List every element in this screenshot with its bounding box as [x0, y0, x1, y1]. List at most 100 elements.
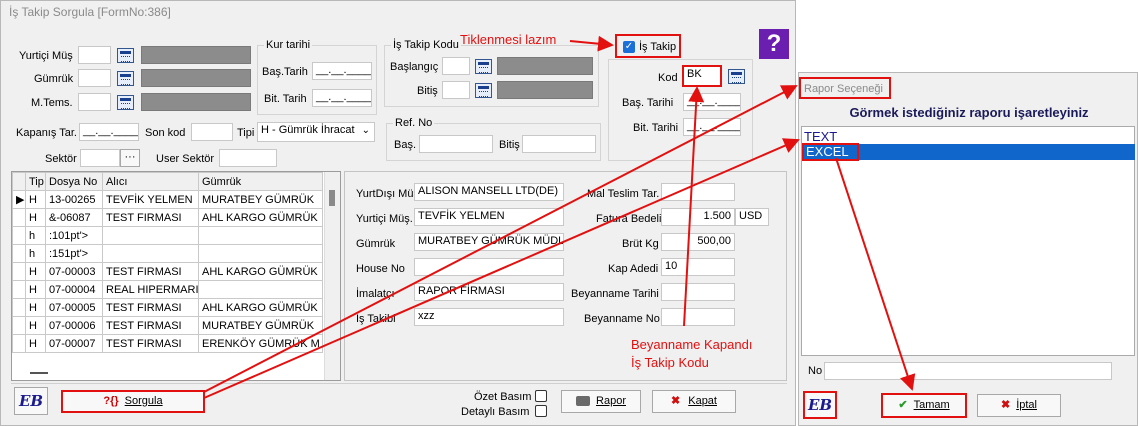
row-marker-cell[interactable] — [12, 334, 26, 353]
row-marker-cell[interactable] — [12, 316, 26, 335]
iptal-button[interactable]: ✖ İptal — [977, 394, 1061, 417]
table-row[interactable]: ▶ H 13-00265 TEVFİK YELMEN MURATBEY GÜMRÜK — [12, 190, 323, 209]
calendar-picker-icon[interactable] — [117, 95, 134, 110]
ref-bitis-input[interactable] — [522, 135, 596, 153]
table-cell-dosya[interactable]: 07-00005 — [45, 298, 103, 317]
row-marker-cell[interactable]: ▶ — [12, 190, 26, 209]
grid-hscroll-thumb[interactable] — [30, 372, 48, 374]
table-cell-gumruk[interactable]: AHL KARGO GÜMRÜK — [198, 208, 323, 227]
yurtdisi-mus-field[interactable]: ALISON MANSELL LTD(DE) — [414, 183, 564, 201]
kapat-button[interactable]: ✖ Kapat — [652, 390, 736, 413]
baslangic-input[interactable] — [442, 57, 470, 75]
ozet-basim-checkbox[interactable] — [535, 390, 547, 402]
calendar-picker-icon[interactable] — [117, 48, 134, 63]
bitis-input[interactable] — [442, 81, 470, 99]
calendar-picker-icon[interactable] — [117, 71, 134, 86]
table-cell-gumruk[interactable]: MURATBEY GÜMRÜK — [198, 316, 323, 335]
table-cell-tip[interactable]: H — [25, 262, 46, 281]
table-cell-dosya[interactable]: :151pt'> — [45, 244, 103, 263]
table-row[interactable]: h:101pt'> — [12, 226, 323, 245]
table-cell-alici[interactable] — [102, 244, 199, 263]
table-cell-tip[interactable]: h — [25, 226, 46, 245]
table-cell-alici[interactable]: TEST FIRMASI — [102, 334, 199, 353]
table-cell-dosya[interactable]: 07-00004 — [45, 280, 103, 299]
column-header[interactable]: Alıcı — [102, 172, 199, 191]
table-cell-tip[interactable]: h — [25, 244, 46, 263]
kap-adedi-field[interactable]: 10 — [661, 258, 735, 276]
help-button[interactable]: ? — [759, 29, 789, 59]
ref-bas-input[interactable] — [419, 135, 493, 153]
gumruk-input[interactable] — [78, 69, 111, 87]
yurtici-mus-input[interactable] — [78, 46, 111, 64]
tipi-select[interactable]: H - Gümrük İhracat ⌄ — [257, 122, 375, 142]
row-marker-cell[interactable] — [12, 226, 26, 245]
table-cell-dosya[interactable]: :101pt'> — [45, 226, 103, 245]
report-option-text[interactable]: TEXT — [804, 129, 1134, 144]
eb-logo-button[interactable]: EB — [14, 387, 48, 415]
bit-tarihi-input[interactable]: __.__.____ — [683, 118, 741, 136]
imalatci-field[interactable]: RAPOR FİRMASI — [414, 283, 564, 301]
mal-teslim-field[interactable] — [661, 183, 735, 201]
table-cell-gumruk[interactable]: AHL KARGO GÜMRÜK — [198, 262, 323, 281]
sorgula-button[interactable]: ?{} Sorgula — [61, 390, 205, 413]
table-cell-gumruk[interactable] — [198, 244, 323, 263]
report-option-excel[interactable]: EXCEL — [802, 143, 1135, 161]
yurtici-mus-detail-field[interactable]: TEVFİK YELMEN — [414, 208, 564, 226]
table-cell-alici[interactable]: TEST FIRMASI — [102, 262, 199, 281]
is-takibi-field[interactable]: xzz — [414, 308, 564, 326]
column-header[interactable]: Gümrük — [198, 172, 323, 191]
calendar-picker-icon[interactable] — [475, 59, 492, 74]
row-marker-cell[interactable] — [12, 244, 26, 263]
table-cell-tip[interactable]: H — [25, 316, 46, 335]
table-cell-dosya[interactable]: &-06087 — [45, 208, 103, 227]
row-marker-cell[interactable] — [12, 298, 26, 317]
table-cell-tip[interactable]: H — [25, 190, 46, 209]
gumruk-detail-field[interactable]: MURATBEY GÜMRÜK MÜDL — [414, 233, 564, 251]
table-cell-alici[interactable] — [102, 226, 199, 245]
table-row[interactable]: H 07-00006 TEST FIRMASI MURATBEY GÜMRÜK — [12, 316, 323, 335]
sektor-browse-button[interactable]: ··· — [120, 149, 140, 167]
beyanname-tarihi-field[interactable] — [661, 283, 735, 301]
house-no-field[interactable] — [414, 258, 564, 276]
bas-tarih-input[interactable]: __.__.____ — [312, 62, 372, 80]
kapanis-tar-input[interactable]: __.__.____ — [79, 123, 139, 141]
table-row[interactable]: H 07-00007 TEST FIRMASI ERENKÖY GÜMRÜK M — [12, 334, 323, 353]
grid-scrollbar[interactable] — [324, 172, 340, 380]
table-cell-dosya[interactable]: 07-00006 — [45, 316, 103, 335]
detayli-basim-checkbox[interactable] — [535, 405, 547, 417]
column-header[interactable]: Tip — [25, 172, 46, 191]
table-row[interactable]: H &-06087 TEST FIRMASI AHL KARGO GÜMRÜK — [12, 208, 323, 227]
table-cell-tip[interactable]: H — [25, 208, 46, 227]
is-takip-checkbox[interactable]: ✓ İş Takip — [615, 34, 681, 58]
table-cell-alici[interactable]: TEVFİK YELMEN — [102, 190, 199, 209]
table-cell-gumruk[interactable]: ERENKÖY GÜMRÜK M — [198, 334, 323, 353]
table-cell-alici[interactable]: TEST FIRMASI — [102, 316, 199, 335]
mtems-input[interactable] — [78, 93, 111, 111]
dialog-eb-logo-button[interactable]: EB — [803, 391, 837, 419]
table-cell-dosya[interactable]: 13-00265 — [45, 190, 103, 209]
scrollbar-thumb[interactable] — [329, 190, 335, 206]
user-sektor-input[interactable] — [219, 149, 277, 167]
bit-tarih-input[interactable]: __.__.____ — [312, 89, 372, 107]
table-cell-alici[interactable]: TEST FIRMASI — [102, 208, 199, 227]
no-input[interactable] — [824, 362, 1112, 380]
brut-kg-field[interactable]: 500,00 — [661, 233, 735, 251]
table-cell-gumruk[interactable]: MURATBEY GÜMRÜK — [198, 190, 323, 209]
table-row[interactable]: H 07-00003 TEST FIRMASI AHL KARGO GÜMRÜK — [12, 262, 323, 281]
table-cell-gumruk[interactable] — [198, 280, 323, 299]
column-header[interactable]: Dosya No — [45, 172, 103, 191]
table-cell-tip[interactable]: H — [25, 334, 46, 353]
table-cell-dosya[interactable]: 07-00007 — [45, 334, 103, 353]
table-cell-alici[interactable]: TEST FIRMASI — [102, 298, 199, 317]
calendar-picker-icon[interactable] — [475, 83, 492, 98]
fatura-bedeli-field[interactable]: 1.500 — [661, 208, 735, 226]
sektor-input[interactable] — [80, 149, 120, 167]
bas-tarihi-input[interactable]: __.__.____ — [683, 93, 741, 111]
beyanname-no-field[interactable] — [661, 308, 735, 326]
table-row[interactable]: h:151pt'> — [12, 244, 323, 263]
table-cell-tip[interactable]: H — [25, 298, 46, 317]
table-cell-gumruk[interactable] — [198, 226, 323, 245]
table-cell-tip[interactable]: H — [25, 280, 46, 299]
table-row[interactable]: H 07-00004 REAL HIPERMARI — [12, 280, 323, 299]
rapor-button[interactable]: Rapor — [561, 390, 641, 413]
